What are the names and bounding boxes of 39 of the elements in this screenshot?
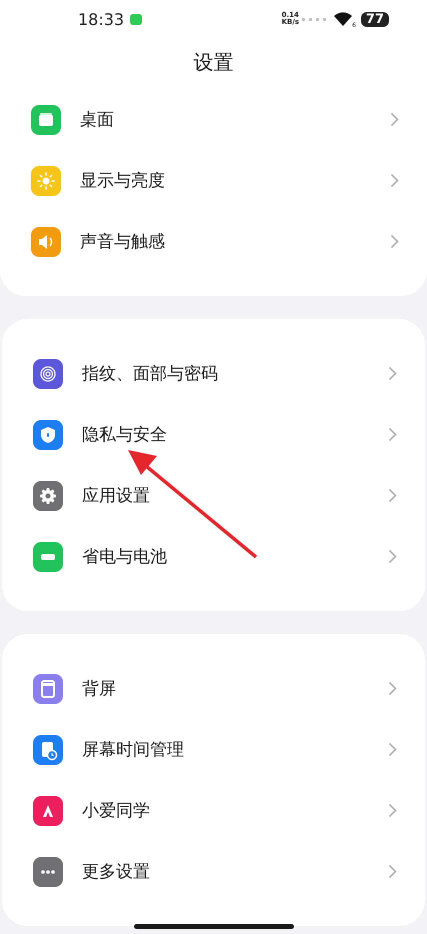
battery-level: 77: [360, 12, 389, 26]
chevron-right-icon: [388, 427, 397, 442]
chevron-right-icon: [390, 112, 399, 127]
chevron-right-icon: [390, 173, 399, 188]
chevron-right-icon: [388, 681, 397, 696]
gear-icon: [33, 480, 63, 510]
settings-item[interactable]: 声音与触感: [80, 230, 390, 253]
window-icon: [31, 104, 61, 134]
shield-icon: [33, 420, 63, 450]
settings-item[interactable]: 应用设置: [82, 484, 388, 507]
phone-icon: [33, 674, 63, 704]
status-time: 18:33: [78, 10, 124, 28]
signal-icon: [302, 18, 326, 20]
settings-item[interactable]: 省电与电池: [82, 545, 388, 568]
settings-item[interactable]: 桌面: [80, 108, 390, 131]
settings-item[interactable]: 背屏: [82, 677, 388, 700]
chevron-right-icon: [388, 549, 397, 564]
settings-item[interactable]: 指纹、面部与密码: [82, 362, 388, 385]
wifi-icon: [334, 12, 352, 26]
sun-icon: [31, 166, 61, 196]
more-icon: [33, 856, 63, 886]
chevron-right-icon: [388, 488, 397, 503]
settings-item[interactable]: 小爱同学: [82, 799, 388, 822]
message-icon: [130, 14, 142, 24]
chevron-right-icon: [388, 803, 397, 818]
chevron-right-icon: [390, 234, 399, 249]
settings-item[interactable]: 隐私与安全: [82, 423, 388, 446]
chevron-right-icon: [388, 742, 397, 757]
letter-a-icon: [33, 796, 63, 826]
chevron-right-icon: [388, 864, 397, 879]
phone-clock-icon: [33, 734, 63, 764]
battery-icon: [33, 542, 63, 572]
settings-item[interactable]: 更多设置: [82, 860, 388, 883]
chevron-right-icon: [388, 366, 397, 381]
page-title: 设置: [194, 49, 234, 76]
settings-item[interactable]: 屏幕时间管理: [82, 738, 388, 761]
speaker-icon: [31, 226, 61, 256]
settings-item[interactable]: 显示与亮度: [80, 169, 390, 192]
fingerprint-icon: [33, 358, 63, 388]
